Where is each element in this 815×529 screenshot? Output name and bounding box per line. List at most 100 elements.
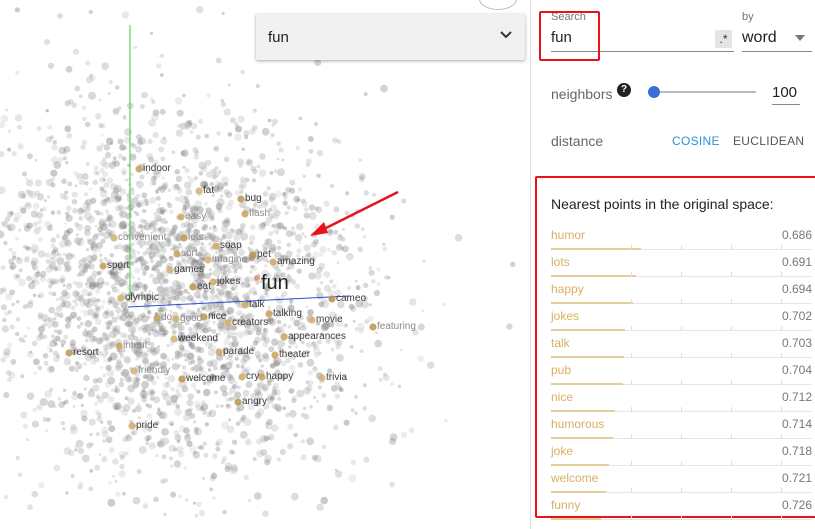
data-point[interactable]: [117, 138, 124, 145]
data-point[interactable]: [4, 311, 10, 316]
data-point[interactable]: [192, 147, 199, 154]
data-point[interactable]: [115, 491, 121, 497]
data-point[interactable]: [163, 208, 168, 213]
data-point[interactable]: [102, 311, 110, 319]
data-point[interactable]: [130, 261, 134, 265]
data-point[interactable]: [265, 426, 269, 429]
data-point[interactable]: [288, 388, 295, 394]
data-point[interactable]: [223, 156, 230, 163]
data-point[interactable]: [30, 210, 39, 218]
data-point[interactable]: [276, 239, 282, 244]
data-point[interactable]: [64, 239, 73, 248]
data-point[interactable]: [364, 319, 369, 324]
data-point[interactable]: [3, 494, 9, 500]
data-point[interactable]: [282, 200, 288, 206]
data-point[interactable]: [208, 410, 213, 415]
data-point[interactable]: [276, 141, 281, 146]
data-point[interactable]: [252, 457, 257, 461]
data-point[interactable]: [130, 330, 134, 334]
data-point[interactable]: [312, 395, 317, 400]
data-point[interactable]: [506, 323, 513, 330]
data-point[interactable]: [298, 187, 303, 192]
data-point[interactable]: [60, 344, 64, 348]
data-point[interactable]: [262, 191, 269, 197]
data-point[interactable]: [163, 512, 167, 517]
data-point[interactable]: [210, 359, 218, 367]
data-point[interactable]: [171, 329, 177, 335]
highlighted-point[interactable]: [328, 295, 336, 303]
data-point[interactable]: [400, 431, 408, 438]
data-point[interactable]: [145, 403, 149, 407]
regex-toggle[interactable]: .*: [715, 30, 732, 48]
data-point[interactable]: [70, 424, 77, 431]
data-point[interactable]: [89, 433, 93, 436]
data-point[interactable]: [147, 224, 151, 228]
data-point[interactable]: [153, 212, 157, 216]
data-point[interactable]: [161, 454, 167, 460]
data-point[interactable]: [126, 272, 130, 276]
neighbor-row[interactable]: happy 0.694: [551, 279, 812, 306]
data-point[interactable]: [262, 354, 270, 362]
data-point[interactable]: [80, 309, 84, 313]
data-point[interactable]: [260, 449, 268, 456]
data-point[interactable]: [199, 445, 205, 450]
data-point[interactable]: [159, 411, 168, 420]
data-point[interactable]: [67, 181, 73, 187]
data-point[interactable]: [337, 234, 343, 241]
data-point[interactable]: [96, 377, 103, 384]
data-point[interactable]: [363, 190, 369, 196]
data-point[interactable]: [237, 158, 245, 166]
data-point[interactable]: [266, 186, 271, 191]
data-point[interactable]: [241, 414, 247, 420]
data-point[interactable]: [33, 227, 41, 235]
data-point[interactable]: [155, 195, 161, 201]
data-point[interactable]: [215, 404, 220, 409]
data-point[interactable]: [37, 312, 44, 319]
data-point[interactable]: [225, 290, 233, 299]
data-point[interactable]: [157, 203, 161, 207]
data-point[interactable]: [96, 416, 103, 422]
data-point[interactable]: [186, 399, 194, 407]
data-point[interactable]: [84, 320, 93, 328]
data-point[interactable]: [374, 339, 383, 348]
data-point[interactable]: [236, 310, 243, 316]
data-point[interactable]: [16, 256, 21, 261]
data-point[interactable]: [190, 359, 196, 365]
data-point[interactable]: [183, 349, 189, 355]
data-point[interactable]: [152, 346, 161, 355]
data-point[interactable]: [182, 165, 186, 169]
data-point[interactable]: [58, 338, 62, 343]
data-point[interactable]: [152, 276, 160, 285]
data-point[interactable]: [135, 134, 143, 141]
data-point[interactable]: [303, 387, 311, 395]
data-point[interactable]: [208, 268, 212, 272]
data-point[interactable]: [95, 171, 100, 176]
data-point[interactable]: [217, 208, 223, 214]
data-point[interactable]: [9, 262, 17, 270]
data-point[interactable]: [239, 181, 248, 189]
data-point[interactable]: [389, 433, 398, 442]
data-point[interactable]: [174, 393, 180, 399]
data-point[interactable]: [300, 322, 306, 328]
data-point[interactable]: [83, 192, 89, 197]
data-point[interactable]: [180, 295, 187, 303]
data-point[interactable]: [110, 283, 117, 290]
data-point[interactable]: [31, 249, 37, 254]
data-point[interactable]: [268, 346, 275, 353]
data-point[interactable]: [249, 224, 256, 231]
data-point[interactable]: [101, 299, 106, 304]
data-point[interactable]: [307, 309, 314, 316]
data-point[interactable]: [289, 179, 296, 186]
data-point[interactable]: [112, 328, 120, 336]
data-point[interactable]: [103, 348, 109, 354]
neighbor-word[interactable]: welcome: [551, 471, 598, 485]
data-point[interactable]: [60, 421, 66, 426]
highlighted-point[interactable]: [308, 316, 316, 324]
data-point[interactable]: [118, 204, 124, 211]
data-point[interactable]: [133, 379, 140, 386]
data-point[interactable]: [174, 434, 182, 441]
highlighted-point[interactable]: [215, 348, 223, 356]
data-point[interactable]: [26, 153, 33, 160]
data-point[interactable]: [32, 221, 39, 227]
data-point[interactable]: [161, 247, 167, 254]
